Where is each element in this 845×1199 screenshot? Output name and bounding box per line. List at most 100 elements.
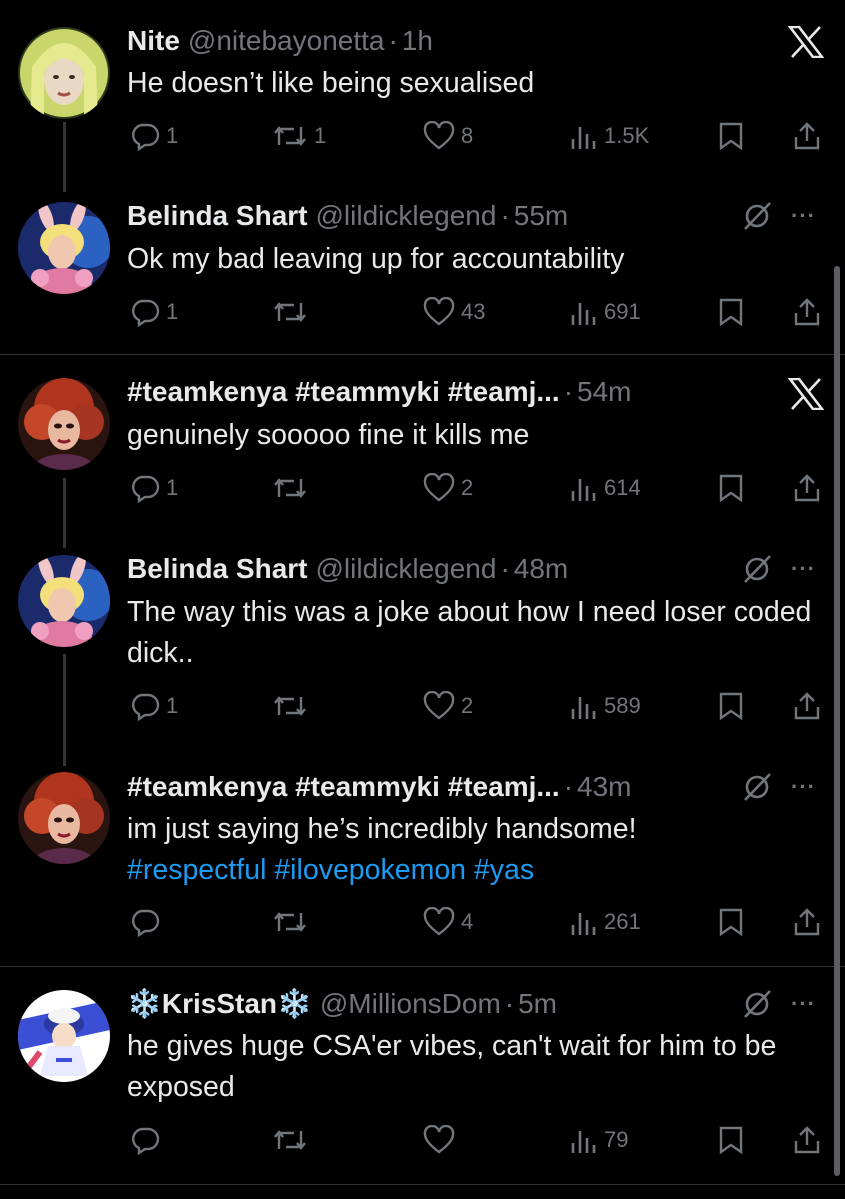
retweet-icon <box>274 912 306 932</box>
more-options-button[interactable]: ··· <box>791 203 816 229</box>
views-button[interactable]: 79 <box>570 1120 628 1160</box>
share-button[interactable] <box>792 1120 822 1160</box>
bookmark-button[interactable] <box>718 116 744 156</box>
like-button[interactable] <box>423 1120 461 1160</box>
retweet-icon <box>274 302 306 322</box>
view-count: 589 <box>604 693 641 718</box>
author-name[interactable]: Belinda Shart <box>127 196 307 236</box>
reply-count: 1 <box>166 123 179 148</box>
like-button[interactable]: 2 <box>423 686 473 726</box>
reply-count: 1 <box>166 299 179 324</box>
share-button[interactable] <box>792 292 822 332</box>
grok-icon[interactable] <box>741 553 773 585</box>
reply-button[interactable]: 1 <box>130 116 178 156</box>
reply-button[interactable]: 1 <box>130 468 178 508</box>
share-button[interactable] <box>792 902 822 942</box>
views-button[interactable]: 1.5K <box>570 116 649 156</box>
bookmark-icon <box>719 692 743 721</box>
avatar[interactable] <box>18 202 110 294</box>
views-button[interactable]: 261 <box>570 902 641 942</box>
share-button[interactable] <box>792 686 822 726</box>
avatar[interactable] <box>18 772 110 864</box>
retweet-button[interactable] <box>272 1120 314 1160</box>
bookmark-button[interactable] <box>718 1120 744 1160</box>
more-options-button[interactable]: ··· <box>791 991 816 1017</box>
timestamp[interactable]: 48m <box>514 549 568 589</box>
timestamp[interactable]: 43m <box>577 767 631 807</box>
timestamp[interactable]: 54m <box>577 372 631 412</box>
divider <box>0 966 845 967</box>
share-icon <box>794 474 820 502</box>
avatar[interactable] <box>18 378 110 470</box>
like-count: 2 <box>461 693 474 718</box>
hashtag-links[interactable]: #respectful #ilovepokemon #yas <box>127 850 817 891</box>
like-button[interactable]: 2 <box>423 468 473 508</box>
tweet-text: genuinely sooooo fine it kills me <box>127 419 530 451</box>
bookmark-button[interactable] <box>718 468 744 508</box>
views-button[interactable]: 691 <box>570 292 641 332</box>
author-handle[interactable]: @MillionsDom <box>320 984 501 1024</box>
share-button[interactable] <box>792 468 822 508</box>
retweet-button[interactable] <box>272 468 314 508</box>
author-name[interactable]: #teamkenya #teammyki #teamj... <box>127 767 560 807</box>
retweet-button[interactable] <box>272 902 314 942</box>
reply-icon <box>132 909 160 937</box>
grok-icon[interactable] <box>741 200 773 232</box>
tweet-text: Ok my bad leaving up for accountability <box>127 243 625 275</box>
timestamp[interactable]: 5m <box>518 984 557 1024</box>
timestamp[interactable]: 1h <box>402 21 433 61</box>
author-name[interactable]: ❄️KrisStan❄️ <box>127 984 312 1024</box>
share-button[interactable] <box>792 116 822 156</box>
bookmark-icon <box>719 1126 743 1155</box>
avatar[interactable] <box>18 27 110 119</box>
bookmark-button[interactable] <box>718 686 744 726</box>
view-count: 1.5K <box>604 123 650 148</box>
author-name[interactable]: Belinda Shart <box>127 549 307 589</box>
retweet-button[interactable]: 1 <box>272 116 326 156</box>
reply-button[interactable]: 1 <box>130 686 178 726</box>
retweet-button[interactable] <box>272 686 314 726</box>
author-handle[interactable]: @lildicklegend <box>315 196 496 236</box>
retweet-icon <box>274 696 306 716</box>
author-name[interactable]: Nite <box>127 21 180 61</box>
avatar[interactable] <box>18 555 110 647</box>
bookmark-button[interactable] <box>718 902 744 942</box>
heart-icon <box>423 907 455 936</box>
like-count: 43 <box>461 299 486 324</box>
divider <box>0 1184 845 1185</box>
avatar[interactable] <box>18 990 110 1082</box>
heart-icon <box>423 121 455 150</box>
author-name[interactable]: #teamkenya #teammyki #teamj... <box>127 372 560 412</box>
views-icon <box>571 127 596 149</box>
author-handle[interactable]: @lildicklegend <box>315 549 496 589</box>
timestamp[interactable]: 55m <box>514 196 568 236</box>
reply-button[interactable] <box>130 902 166 942</box>
reply-button[interactable] <box>130 1120 166 1160</box>
retweet-icon <box>274 126 306 146</box>
like-button[interactable]: 8 <box>423 116 473 156</box>
retweet-icon <box>274 1130 306 1150</box>
like-button[interactable]: 43 <box>423 292 485 332</box>
author-handle[interactable]: @nitebayonetta <box>188 21 385 61</box>
more-options-button[interactable]: ··· <box>791 774 816 800</box>
reply-icon <box>132 693 160 721</box>
like-button[interactable]: 4 <box>423 902 473 942</box>
bookmark-button[interactable] <box>718 292 744 332</box>
more-options-button[interactable]: ··· <box>791 556 816 582</box>
grok-icon[interactable] <box>741 771 773 803</box>
tweet-text: The way this was a joke about how I need… <box>127 596 812 669</box>
views-icon <box>571 479 596 501</box>
heart-icon <box>423 1125 455 1154</box>
scrollbar[interactable] <box>834 266 840 1176</box>
views-button[interactable]: 589 <box>570 686 641 726</box>
retweet-button[interactable] <box>272 292 314 332</box>
retweet-icon <box>274 478 306 498</box>
heart-icon <box>423 691 455 720</box>
views-icon <box>571 697 596 719</box>
share-icon <box>794 1126 820 1154</box>
views-button[interactable]: 614 <box>570 468 641 508</box>
like-count: 8 <box>461 123 474 148</box>
tweet-text: he gives huge CSA'er vibes, can't wait f… <box>127 1030 777 1103</box>
grok-icon[interactable] <box>741 988 773 1020</box>
reply-button[interactable]: 1 <box>130 292 178 332</box>
